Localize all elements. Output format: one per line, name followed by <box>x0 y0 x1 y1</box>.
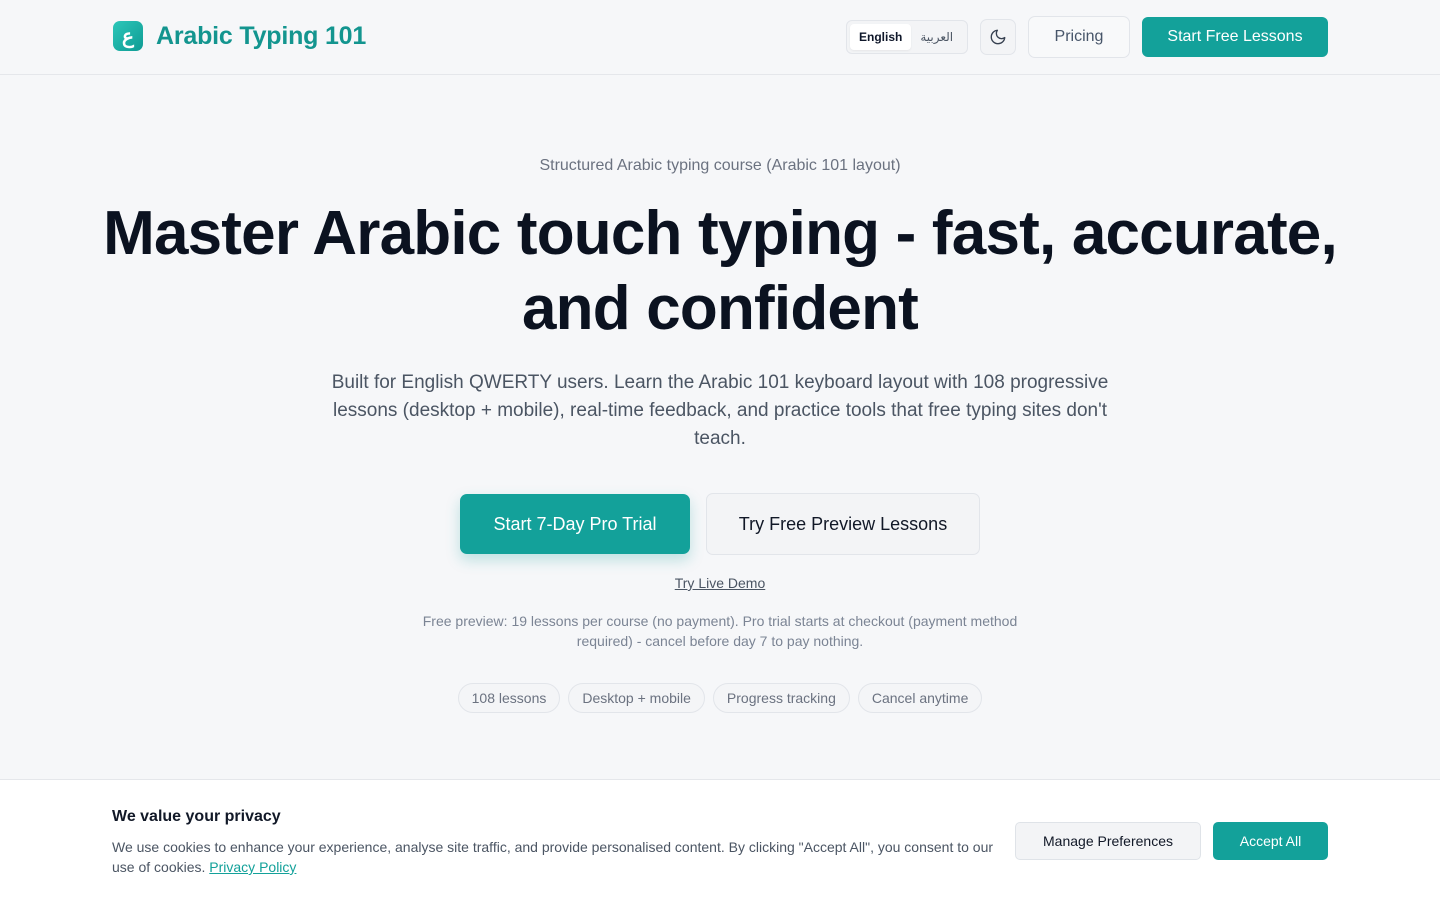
start-free-lessons-button[interactable]: Start Free Lessons <box>1142 17 1328 57</box>
start-pro-trial-button[interactable]: Start 7-Day Pro Trial <box>460 494 690 554</box>
privacy-policy-link[interactable]: Privacy Policy <box>209 859 296 875</box>
hero-eyebrow: Structured Arabic typing course (Arabic … <box>539 157 901 174</box>
brand-logo[interactable]: ع Arabic Typing 101 <box>113 21 366 51</box>
site-header: ع Arabic Typing 101 English العربية Pric… <box>0 0 1440 75</box>
lang-option-arabic[interactable]: العربية <box>911 24 962 50</box>
manage-preferences-button[interactable]: Manage Preferences <box>1015 822 1201 860</box>
cookie-title: We value your privacy <box>112 808 281 825</box>
logo-icon: ع <box>113 21 143 51</box>
cookie-banner: We value your privacy We use cookies to … <box>0 779 1440 900</box>
hero-title-line-2: and confident <box>521 274 919 343</box>
hero-subtitle: Built for English QWERTY users. Learn th… <box>331 372 1109 449</box>
hero-title-line-1: Master Arabic touch typing - fast, accur… <box>103 199 1338 268</box>
accept-all-button[interactable]: Accept All <box>1213 822 1328 860</box>
moon-icon <box>990 29 1006 45</box>
feature-chip: Cancel anytime <box>857 683 983 713</box>
free-preview-button[interactable]: Try Free Preview Lessons <box>706 493 980 555</box>
feature-chip: Progress tracking <box>712 683 850 713</box>
lang-option-english[interactable]: English <box>850 24 912 50</box>
hero-title: Master Arabic touch typing - fast, accur… <box>100 196 1340 346</box>
trial-fine-print: Free preview: 19 lessons per course (no … <box>422 613 1018 649</box>
feature-chip: Desktop + mobile <box>568 683 705 713</box>
live-demo-link[interactable]: Try Live Demo <box>0 575 1440 591</box>
feature-chip: 108 lessons <box>457 683 561 713</box>
language-switcher: English العربية <box>846 20 968 54</box>
brand-name: Arabic Typing 101 <box>156 21 367 50</box>
pricing-button[interactable]: Pricing <box>1028 16 1130 58</box>
cookie-text: We use cookies to enhance your experienc… <box>112 837 1002 877</box>
feature-chips: 108 lessons Desktop + mobile Progress tr… <box>0 683 1440 713</box>
theme-toggle-button[interactable] <box>980 19 1016 55</box>
